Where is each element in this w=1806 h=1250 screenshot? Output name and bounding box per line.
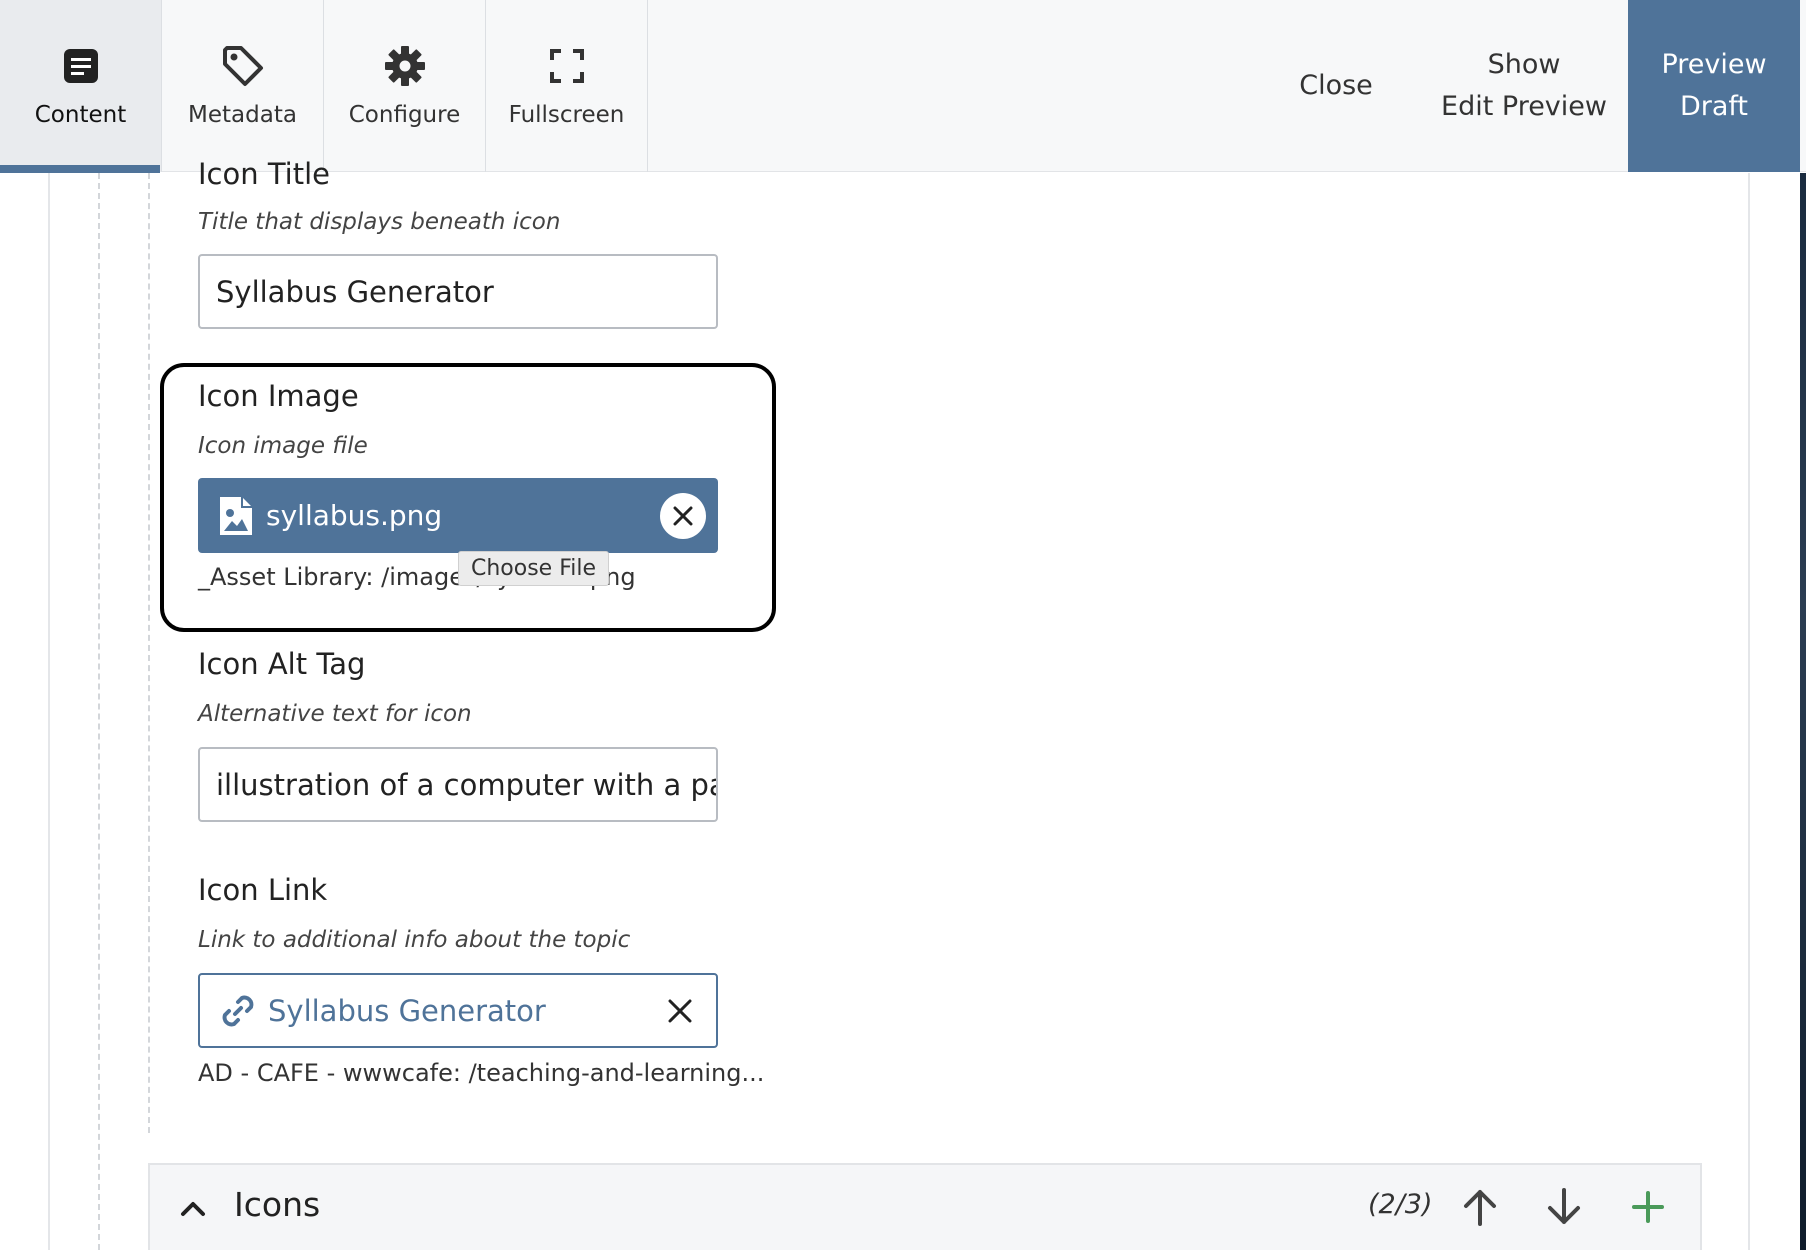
icon-link-hint: Link to additional info about the topic	[198, 927, 631, 953]
icon-alt-label: Icon Alt Tag	[198, 647, 366, 681]
chevron-up-icon[interactable]	[178, 1193, 208, 1223]
icon-link-label: Icon Link	[198, 873, 328, 907]
icons-section-header: Icons (2/3)	[148, 1163, 1702, 1250]
show-edit-preview-button[interactable]: Show Edit Preview	[1430, 0, 1618, 172]
icon-image-label: Icon Image	[198, 379, 359, 413]
background-strip	[1800, 173, 1806, 1250]
close-button[interactable]: Close	[1266, 0, 1406, 172]
tab-metadata-label: Metadata	[188, 102, 297, 128]
tab-configure-label: Configure	[348, 102, 461, 128]
clear-link-icon[interactable]	[664, 995, 696, 1027]
image-file-icon	[220, 496, 252, 535]
gear-icon	[383, 44, 427, 88]
content-area: Icon Title Title that displays beneath i…	[0, 157, 1806, 1250]
icon-alt-hint: Alternative text for icon	[198, 701, 472, 727]
tag-icon	[221, 44, 265, 88]
nesting-guide-outer	[98, 173, 100, 1250]
remove-file-button[interactable]	[660, 493, 706, 539]
choose-file-tooltip: Choose File	[458, 551, 610, 586]
tab-metadata[interactable]: Metadata	[162, 0, 324, 172]
preview-draft-line2: Draft	[1679, 91, 1749, 122]
editor-toolbar: Content Metadata Configure Fullscreen Cl…	[0, 0, 1806, 173]
icon-alt-input[interactable]: illustration of a computer with a paper	[198, 747, 718, 822]
tab-configure[interactable]: Configure	[324, 0, 486, 172]
icons-section-counter: (2/3)	[1368, 1189, 1433, 1220]
icon-image-hint: Icon image file	[198, 433, 368, 459]
tab-fullscreen[interactable]: Fullscreen	[486, 0, 648, 172]
document-icon	[59, 44, 103, 88]
arrow-up-icon	[1464, 1190, 1496, 1226]
preview-draft-line1: Preview	[1661, 49, 1767, 80]
preview-draft-button[interactable]: Preview Draft	[1628, 0, 1800, 172]
nesting-guide-inner	[148, 173, 150, 1133]
icon-image-file-name: syllabus.png	[266, 499, 443, 532]
tab-content[interactable]: Content	[0, 0, 162, 173]
icon-image-file-chip[interactable]: syllabus.png	[198, 478, 718, 553]
fullscreen-icon	[545, 44, 589, 88]
arrow-down-icon	[1548, 1188, 1580, 1224]
icon-title-input[interactable]: Syllabus Generator	[198, 254, 718, 329]
close-icon	[673, 506, 693, 526]
add-icon-button[interactable]	[1628, 1187, 1668, 1227]
move-up-button[interactable]	[1460, 1187, 1500, 1227]
link-icon	[222, 995, 254, 1026]
icon-link-input[interactable]: Syllabus Generator	[198, 973, 718, 1048]
icons-section-title: Icons	[234, 1185, 321, 1224]
show-edit-preview-line1: Show	[1487, 49, 1561, 80]
icon-title-label: Icon Title	[198, 157, 330, 191]
plus-icon	[1632, 1191, 1664, 1223]
tab-content-label: Content	[34, 102, 127, 128]
show-edit-preview-line2: Edit Preview	[1441, 91, 1607, 122]
icon-link-text: Syllabus Generator	[268, 993, 546, 1028]
icon-link-path: AD - CAFE - wwwcafe: /teaching-and-learn…	[198, 1059, 765, 1087]
move-down-button[interactable]	[1544, 1187, 1584, 1227]
icon-title-hint: Title that displays beneath icon	[198, 209, 561, 235]
tab-fullscreen-label: Fullscreen	[508, 102, 625, 128]
